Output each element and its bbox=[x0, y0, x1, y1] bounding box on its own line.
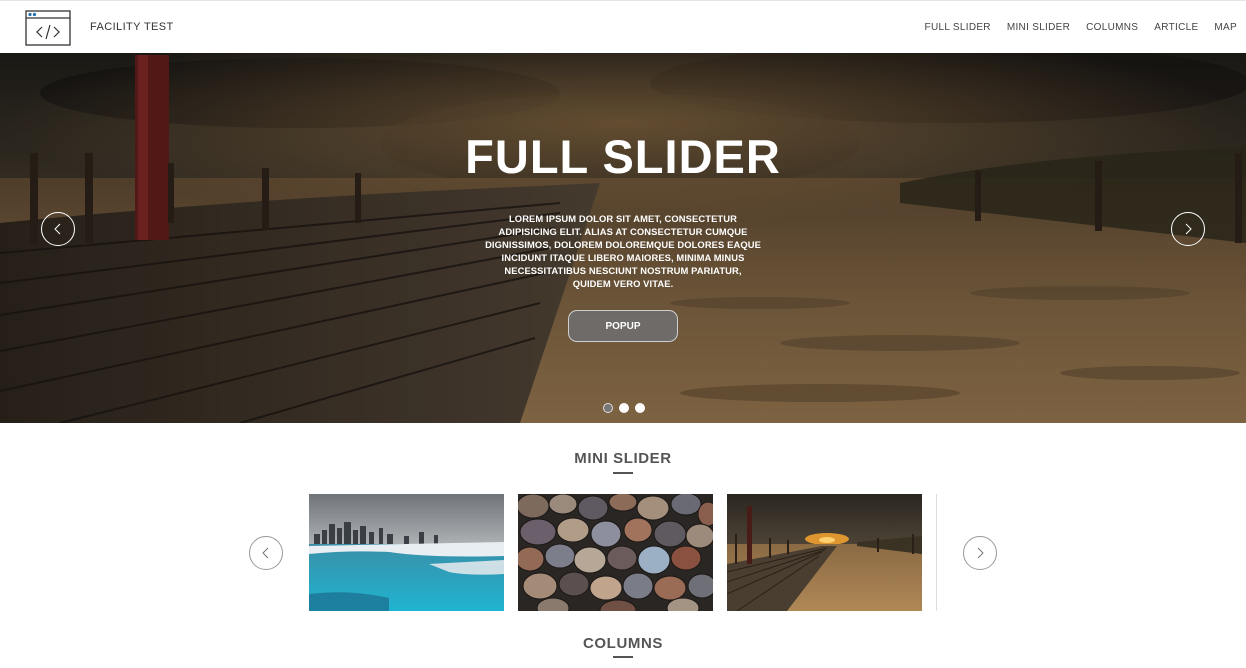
chevron-left-icon bbox=[262, 547, 269, 559]
hero-text: LOREM IPSUM DOLOR SIT AMET, CONSECTETUR … bbox=[485, 213, 761, 289]
beach-boardwalk-image bbox=[727, 494, 922, 611]
chevron-left-icon bbox=[54, 223, 61, 235]
nav-full-slider[interactable]: FULL SLIDER bbox=[925, 22, 991, 33]
slider-pagination bbox=[603, 403, 645, 413]
columns-title-underline bbox=[613, 656, 633, 658]
nav-columns[interactable]: COLUMNS bbox=[1086, 22, 1138, 33]
full-slider: FULL SLIDER LOREM IPSUM DOLOR SIT AMET, … bbox=[0, 53, 1246, 423]
mini-slider-title: MINI SLIDER bbox=[574, 450, 672, 467]
mini-slider-divider bbox=[936, 494, 937, 611]
city-lake-image bbox=[309, 494, 504, 611]
nav-article[interactable]: ARTICLE bbox=[1154, 22, 1198, 33]
mini-next-button[interactable] bbox=[963, 536, 997, 570]
site-title[interactable]: FACILITY TEST bbox=[90, 21, 174, 33]
nav-map[interactable]: MAP bbox=[1214, 22, 1237, 33]
mini-slide-beach[interactable] bbox=[727, 494, 922, 611]
mini-prev-button[interactable] bbox=[249, 536, 283, 570]
slider-dot-1[interactable] bbox=[603, 403, 613, 413]
site-header: FACILITY TEST FULL SLIDER MINI SLIDER CO… bbox=[0, 0, 1246, 53]
code-window-icon[interactable] bbox=[25, 10, 71, 46]
mini-slider-title-underline bbox=[613, 472, 633, 474]
slider-dot-3[interactable] bbox=[635, 403, 645, 413]
chevron-right-icon bbox=[1185, 223, 1192, 235]
chevron-right-icon bbox=[977, 547, 984, 559]
main-nav: FULL SLIDER MINI SLIDER COLUMNS ARTICLE … bbox=[909, 22, 1237, 33]
hero-next-button[interactable] bbox=[1171, 212, 1205, 246]
mini-slide-city-lake[interactable] bbox=[309, 494, 504, 611]
popup-button[interactable]: POPUP bbox=[568, 310, 678, 342]
hero-prev-button[interactable] bbox=[41, 212, 75, 246]
pebbles-image bbox=[518, 494, 713, 611]
columns-title: COLUMNS bbox=[582, 635, 664, 652]
hero-title: FULL SLIDER bbox=[465, 130, 781, 183]
nav-mini-slider[interactable]: MINI SLIDER bbox=[1007, 22, 1070, 33]
mini-slide-pebbles[interactable] bbox=[518, 494, 713, 611]
slider-dot-2[interactable] bbox=[619, 403, 629, 413]
